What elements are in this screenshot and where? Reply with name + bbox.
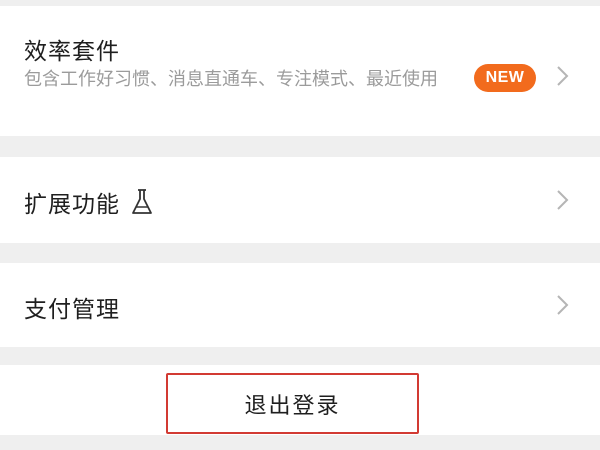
- efficiency-suite-description: 包含工作好习惯、消息直通车、专注模式、最近使用: [24, 69, 438, 90]
- payment-management-title: 支付管理: [24, 297, 120, 323]
- logout-section: 退出登录: [0, 365, 600, 435]
- chevron-right-icon: [557, 295, 569, 315]
- flask-icon: [132, 189, 152, 214]
- chevron-right-icon: [557, 66, 569, 86]
- new-badge: NEW: [474, 64, 536, 92]
- efficiency-suite-row[interactable]: 效率套件 包含工作好习惯、消息直通车、专注模式、最近使用 NEW: [0, 6, 600, 136]
- logout-button[interactable]: 退出登录: [166, 373, 419, 434]
- payment-management-row[interactable]: 支付管理: [0, 263, 600, 347]
- extensions-row[interactable]: 扩展功能: [0, 157, 600, 243]
- chevron-right-icon: [557, 190, 569, 210]
- extensions-title: 扩展功能: [24, 192, 120, 218]
- efficiency-suite-title: 效率套件: [24, 39, 120, 65]
- extensions-title-group: 扩展功能: [24, 185, 154, 219]
